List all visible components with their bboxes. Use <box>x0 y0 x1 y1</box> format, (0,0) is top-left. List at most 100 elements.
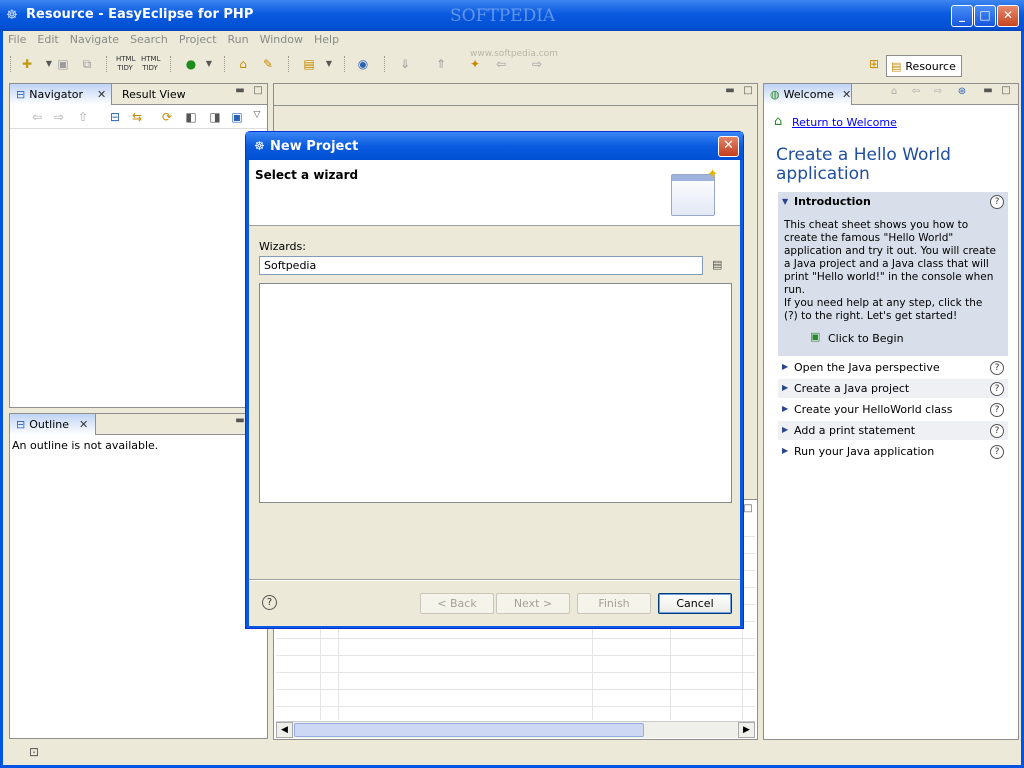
collapsed-arrow-icon[interactable]: ▶ <box>782 362 788 371</box>
maximize-view-icon[interactable]: □ <box>252 86 264 98</box>
menu-help[interactable]: Help <box>310 31 343 49</box>
open-dropdown-icon[interactable]: ▼ <box>320 55 338 73</box>
open-perspective-icon[interactable]: ⊞ <box>865 55 883 73</box>
collapse-icon[interactable]: ⊛ <box>956 87 968 99</box>
tab-navigator[interactable]: ⊟ Navigator ✕ <box>10 84 112 105</box>
close-tab-icon[interactable]: ✕ <box>842 88 851 101</box>
step-add-print[interactable]: ▶ Add a print statement ? <box>778 421 1008 440</box>
fast-view-icon[interactable]: ⊡ <box>29 745 39 759</box>
click-to-begin-link[interactable]: Click to Begin <box>828 332 904 345</box>
navigator-view: ⊟ Navigator ✕ Result View ▬ □ ⇦ ⇨ ⇧ ⊟ ⇆ … <box>9 83 268 408</box>
run-dropdown-icon[interactable]: ▼ <box>200 55 218 73</box>
step-run-app[interactable]: ▶ Run your Java application ? <box>778 442 1008 461</box>
nav-back-icon[interactable]: ⇦ <box>28 108 46 126</box>
maximize-view-icon[interactable]: □ <box>1000 86 1012 98</box>
toolbar-separator <box>106 56 108 72</box>
html-tidy-icon[interactable]: HTML TIDY <box>116 55 135 73</box>
collapse-all-icon[interactable]: ⊟ <box>106 108 124 126</box>
maximize-editor-icon[interactable]: □ <box>742 86 754 98</box>
status-bar: ⊡ <box>3 741 1021 765</box>
welcome-back-icon[interactable]: ⇦ <box>910 87 922 99</box>
wizard-filter-input[interactable]: Softpedia <box>259 256 703 275</box>
sync-icon[interactable]: ⟳ <box>158 108 176 126</box>
menu-search[interactable]: Search <box>126 31 172 49</box>
scrollbar-thumb[interactable] <box>294 723 644 737</box>
minimize-button[interactable]: _ <box>951 5 973 27</box>
welcome-forward-icon[interactable]: ⇨ <box>932 87 944 99</box>
back-icon[interactable]: ⇦ <box>492 55 510 73</box>
clear-filter-icon[interactable]: ▤ <box>712 258 728 274</box>
put-icon[interactable]: ◨ <box>206 108 224 126</box>
welcome-tabbar: ◍ Welcome ✕ ⌂ ⇦ ⇨ ⊛ ▬ □ <box>764 84 1018 105</box>
open-type-icon[interactable]: ▤ <box>300 55 318 73</box>
nav-forward-icon[interactable]: ⇨ <box>50 108 68 126</box>
home-icon[interactable]: ⌂ <box>888 87 900 99</box>
help-icon[interactable]: ? <box>990 361 1004 375</box>
menu-project[interactable]: Project <box>175 31 221 49</box>
scroll-left-icon[interactable]: ◀ <box>276 722 293 738</box>
collapsed-arrow-icon[interactable]: ▶ <box>782 383 788 392</box>
save-icon[interactable]: ▣ <box>54 55 72 73</box>
window-titlebar: ☸ Resource - EasyEclipse for PHP SOFTPED… <box>0 0 1024 31</box>
dialog-help-icon[interactable]: ? <box>262 595 277 610</box>
expanded-arrow-icon[interactable]: ▼ <box>782 197 788 206</box>
last-edit-icon[interactable]: ✦ <box>466 55 484 73</box>
minimize-view-icon[interactable]: ▬ <box>982 86 994 98</box>
help-icon[interactable]: ? <box>990 403 1004 417</box>
intro-header[interactable]: Introduction <box>794 195 871 208</box>
tab-welcome[interactable]: ◍ Welcome ✕ <box>764 84 852 105</box>
help-icon[interactable]: ? <box>990 445 1004 459</box>
get-icon[interactable]: ◧ <box>182 108 200 126</box>
scroll-right-icon[interactable]: ▶ <box>738 722 755 738</box>
view-menu-icon[interactable]: ▽ <box>248 106 266 124</box>
collapsed-arrow-icon[interactable]: ▶ <box>782 446 788 455</box>
close-tab-icon[interactable]: ✕ <box>79 418 88 431</box>
finish-button[interactable]: Finish <box>577 593 651 614</box>
menu-window[interactable]: Window <box>256 31 307 49</box>
tab-result-view[interactable]: Result View <box>116 84 192 105</box>
outline-view: ⊟ Outline ✕ ▬ An outline is not availabl… <box>9 413 268 739</box>
wizard-tree[interactable] <box>259 283 732 503</box>
link-editor-icon[interactable]: ⇆ <box>128 108 146 126</box>
perspective-resource-button[interactable]: ▤ Resource <box>886 55 962 77</box>
close-button[interactable]: ✕ <box>997 5 1019 27</box>
html-tidy-check-icon[interactable]: HTML TIDY <box>141 55 160 73</box>
step-create-project[interactable]: ▶ Create a Java project ? <box>778 379 1008 398</box>
open-folder-icon[interactable]: ⌂ <box>234 55 252 73</box>
close-tab-icon[interactable]: ✕ <box>97 88 106 101</box>
menu-navigate[interactable]: Navigate <box>66 31 123 49</box>
help-icon[interactable]: ? <box>990 382 1004 396</box>
save-remote-icon[interactable]: ▣ <box>228 108 246 126</box>
next-annotation-icon[interactable]: ⇓ <box>396 55 414 73</box>
maximize-button[interactable]: □ <box>974 5 996 27</box>
horizontal-scrollbar[interactable]: ◀ ▶ <box>276 721 755 738</box>
run-icon[interactable]: ● <box>182 55 200 73</box>
menu-run[interactable]: Run <box>224 31 253 49</box>
prev-annotation-icon[interactable]: ⇑ <box>432 55 450 73</box>
welcome-view: ◍ Welcome ✕ ⌂ ⇦ ⇨ ⊛ ▬ □ ⌂ Return to Welc… <box>763 83 1019 740</box>
next-button[interactable]: Next > <box>496 593 570 614</box>
menu-edit[interactable]: Edit <box>33 31 62 49</box>
minimize-editor-icon[interactable]: ▬ <box>724 86 736 98</box>
back-button[interactable]: < Back <box>420 593 494 614</box>
click-begin-icon[interactable]: ▣ <box>810 330 820 343</box>
dialog-close-button[interactable]: ✕ <box>718 136 739 157</box>
tab-welcome-label: Welcome <box>783 88 834 101</box>
return-to-welcome-link[interactable]: Return to Welcome <box>792 116 897 129</box>
pin-icon[interactable]: ✎ <box>259 55 277 73</box>
collapsed-arrow-icon[interactable]: ▶ <box>782 404 788 413</box>
collapsed-arrow-icon[interactable]: ▶ <box>782 425 788 434</box>
menu-file[interactable]: File <box>4 31 30 49</box>
new-icon[interactable]: ✚ <box>18 55 36 73</box>
nav-up-icon[interactable]: ⇧ <box>74 108 92 126</box>
step-open-perspective[interactable]: ▶ Open the Java perspective ? <box>778 358 1008 377</box>
forward-icon[interactable]: ⇨ <box>528 55 546 73</box>
help-icon[interactable]: ? <box>990 424 1004 438</box>
globe-icon[interactable]: ◉ <box>354 55 372 73</box>
help-icon[interactable]: ? <box>990 195 1004 209</box>
minimize-view-icon[interactable]: ▬ <box>234 86 246 98</box>
step-create-class[interactable]: ▶ Create your HelloWorld class ? <box>778 400 1008 419</box>
tab-outline[interactable]: ⊟ Outline ✕ <box>10 414 96 435</box>
cancel-button[interactable]: Cancel <box>658 593 732 614</box>
save-all-icon[interactable]: ⧉ <box>78 55 96 73</box>
